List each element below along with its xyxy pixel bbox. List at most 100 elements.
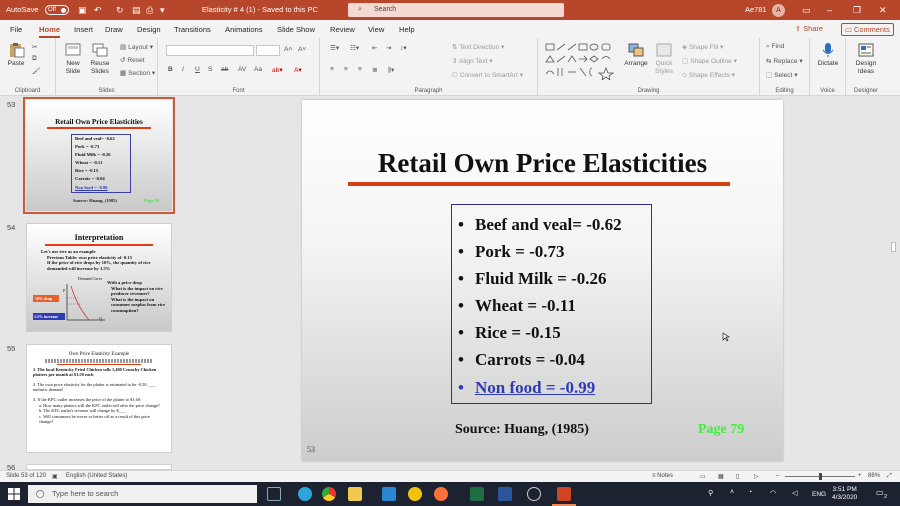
change-case-icon[interactable]: Aa (254, 66, 262, 73)
new-slide-button[interactable]: New Slide (60, 42, 86, 76)
mail-icon[interactable] (382, 487, 396, 501)
align-left-icon[interactable]: ≡ (330, 66, 334, 73)
firefox-icon[interactable] (434, 487, 448, 501)
file-explorer-icon[interactable] (348, 487, 362, 501)
share-button[interactable]: ⇪ Share (795, 24, 823, 33)
windows-start-icon[interactable] (8, 488, 20, 500)
shadow-icon[interactable]: S (208, 66, 212, 73)
reuse-slides-button[interactable]: Reuse Slides (87, 42, 113, 76)
tab-animations[interactable]: Animations (225, 25, 263, 34)
zoom-slider-thumb[interactable] (819, 473, 822, 480)
wifi-icon[interactable]: ◠ (770, 489, 776, 497)
tab-home[interactable]: Home (39, 25, 61, 38)
avatar[interactable]: A (772, 4, 785, 17)
zoom-level[interactable]: 86% (868, 473, 880, 479)
edge-icon[interactable] (298, 487, 312, 501)
scrollbar-thumb[interactable] (891, 242, 896, 252)
layout-button[interactable]: ▤ Layout ▾ (120, 43, 153, 51)
notes-button[interactable]: ≡ Notes (652, 473, 673, 479)
network-icon[interactable]: ◔ (748, 489, 752, 496)
font-color-icon[interactable]: A▾ (294, 66, 302, 74)
undo-icon[interactable]: ↶ (94, 5, 102, 16)
save-icon[interactable]: ▣ (78, 5, 87, 16)
slide-canvas[interactable]: Retail Own Price Elasticities Beef and v… (302, 100, 783, 461)
customize-qat-icon[interactable]: ▾ (160, 5, 165, 16)
reading-view-icon[interactable]: ▯ (736, 473, 739, 480)
tab-slide-show[interactable]: Slide Show (277, 25, 315, 34)
cut-icon[interactable]: ✂ (32, 43, 38, 51)
taskbar-search[interactable]: ◯ Type here to search (28, 485, 257, 503)
tab-review[interactable]: Review (330, 25, 355, 34)
slide-sorter-icon[interactable]: ▦ (718, 473, 724, 480)
justify-icon[interactable]: ≣ (372, 66, 378, 74)
comments-button[interactable]: ▭ Comments (841, 23, 894, 36)
volume-icon[interactable]: ◁ (792, 489, 797, 497)
find-button[interactable]: ⌕ Find (766, 43, 784, 51)
vertical-scrollbar[interactable] (887, 96, 900, 470)
spelling-icon[interactable]: ▣ (52, 473, 58, 480)
restore-icon[interactable]: ❐ (853, 5, 861, 16)
pane-splitter[interactable] (180, 96, 188, 470)
start-from-beginning-icon[interactable]: ▤ (132, 5, 141, 16)
italic-icon[interactable]: I (182, 66, 184, 73)
section-button[interactable]: ▦ Section ▾ (120, 69, 155, 77)
source-text[interactable]: Source: Huang, (1985) (455, 422, 589, 438)
increase-font-icon[interactable]: A˄ (284, 46, 292, 53)
browser-icon[interactable] (408, 487, 422, 501)
tab-view[interactable]: View (368, 25, 384, 34)
convert-smartart-button[interactable]: ⎔ Convert to SmartArt ▾ (452, 71, 523, 79)
hidden-icons-chevron-icon[interactable]: ˄ (730, 489, 734, 496)
slide-thumbnail-55[interactable]: Own Price Elasticity Example 1. The loca… (26, 344, 172, 453)
task-view-icon[interactable] (267, 487, 281, 501)
tab-design[interactable]: Design (137, 25, 161, 34)
character-spacing-icon[interactable]: AV (238, 66, 246, 73)
word-icon[interactable] (498, 487, 512, 501)
format-painter-icon[interactable]: 🖌 (32, 67, 40, 75)
decrease-indent-icon[interactable]: ⇤ (372, 44, 378, 52)
chrome-icon[interactable] (322, 487, 336, 501)
minimize-icon[interactable]: – (827, 5, 832, 15)
bold-icon[interactable]: B (168, 66, 173, 73)
bullet-text-box[interactable]: Beef and veal= -0.62 Pork = -0.73 Fluid … (451, 204, 652, 404)
tab-help[interactable]: Help (399, 25, 415, 34)
align-center-icon[interactable]: ≡ (344, 66, 348, 73)
shape-fill-button[interactable]: ◈ Shape Fill ▾ (682, 43, 723, 51)
quick-styles-button[interactable]: Quick Styles (650, 42, 678, 76)
line-spacing-icon[interactable]: ↕▾ (400, 44, 407, 52)
arrange-button[interactable]: Arrange (622, 42, 650, 68)
font-name-box[interactable] (166, 45, 254, 56)
reset-button[interactable]: ↺ Reset (120, 56, 145, 64)
print-icon[interactable]: ⎙ (146, 5, 153, 16)
tab-draw[interactable]: Draw (105, 25, 123, 34)
autosave-toggle[interactable]: Off (45, 5, 69, 15)
zoom-in-icon[interactable]: + (858, 473, 862, 479)
dictate-button[interactable]: Dictate (814, 42, 842, 68)
powerpoint-icon[interactable] (557, 487, 571, 501)
input-language[interactable]: ENG (812, 491, 826, 498)
highlight-icon[interactable]: ab▾ (272, 66, 283, 74)
fit-slide-icon[interactable]: ⤢ (887, 473, 892, 480)
taskbar-clock[interactable]: 3:51 PM 4/3/2020 (832, 486, 857, 502)
slide-thumbnail-53[interactable]: Retail Own Price Elasticities Beef and v… (23, 97, 175, 214)
shape-effects-button[interactable]: ◇ Shape Effects ▾ (682, 71, 735, 79)
redo-icon[interactable]: ↻ (116, 5, 124, 16)
font-size-box[interactable] (256, 45, 280, 56)
page-reference[interactable]: Page 79 (698, 422, 744, 438)
copy-icon[interactable]: ⧉ (32, 55, 37, 63)
people-icon[interactable]: ⚲ (708, 489, 713, 497)
replace-button[interactable]: ⇆ Replace ▾ (766, 57, 803, 65)
user-name[interactable]: Ae781 (745, 5, 767, 14)
excel-icon[interactable] (470, 487, 484, 501)
search-box[interactable]: ⌕ Search (348, 3, 564, 17)
design-ideas-button[interactable]: Design Ideas (850, 42, 882, 76)
close-icon[interactable]: ✕ (879, 5, 887, 16)
tab-insert[interactable]: Insert (74, 25, 93, 34)
shape-outline-button[interactable]: ▢ Shape Outline ▾ (682, 57, 737, 65)
tab-transitions[interactable]: Transitions (174, 25, 211, 34)
text-direction-button[interactable]: ⇅ Text Direction ▾ (452, 43, 504, 51)
bullets-icon[interactable]: ☰▾ (330, 44, 339, 52)
ribbon-display-icon[interactable]: ▭ (802, 5, 811, 16)
shapes-gallery[interactable] (544, 42, 616, 80)
select-button[interactable]: ⬚ Select ▾ (766, 71, 798, 79)
tab-file[interactable]: File (10, 25, 22, 34)
